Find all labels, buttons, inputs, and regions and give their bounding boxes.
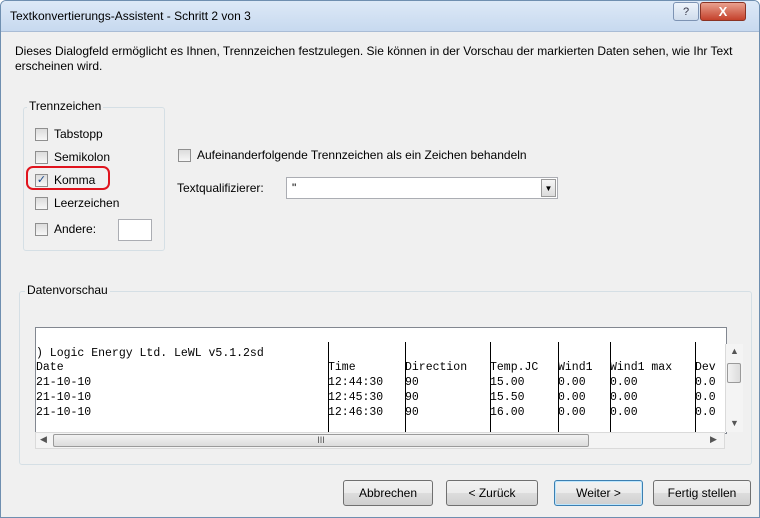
scroll-down-arrow-icon[interactable]: ▼ [730, 418, 739, 428]
back-button[interactable]: < Zurück [446, 480, 538, 506]
preview-cell: Temp.ЈC [490, 361, 539, 374]
preview-cell: 0.00 [558, 376, 586, 389]
text-import-wizard-dialog: Textkonvertierungs-Assistent - Schritt 2… [0, 0, 760, 518]
data-preview-group-label: Datenvorschau [25, 283, 110, 297]
preview-cell: Time [328, 361, 356, 374]
preview-cell: 0.0 [695, 391, 716, 404]
preview-cell: 0.00 [610, 376, 638, 389]
text-qualifier-value: " [292, 181, 297, 195]
consecutive-delimiters-checkbox[interactable] [178, 149, 191, 162]
tab-checkbox-label[interactable]: Tabstopp [54, 127, 103, 141]
window-title: Textkonvertierungs-Assistent - Schritt 2… [10, 9, 251, 23]
preview-cell: 12:44:30 [328, 376, 384, 389]
close-button[interactable]: X [700, 2, 746, 21]
consecutive-delimiters-label[interactable]: Aufeinanderfolgende Trennzeichen als ein… [197, 148, 527, 162]
preview-vertical-scrollbar[interactable]: ▲ ▼ [725, 344, 743, 432]
dialog-description: Dieses Dialogfeld ermöglicht es Ihnen, T… [15, 44, 733, 73]
semicolon-checkbox[interactable] [35, 151, 48, 164]
preview-cell: Wind1 [558, 361, 593, 374]
preview-cell: 12:45:30 [328, 391, 384, 404]
preview-cell: Date [36, 361, 64, 374]
preview-cell: 90 [405, 391, 419, 404]
space-checkbox-label[interactable]: Leerzeichen [54, 196, 119, 210]
help-button[interactable]: ? [673, 2, 699, 21]
preview-cell: Direction [405, 361, 468, 374]
preview-cell: 0.00 [558, 406, 586, 419]
preview-cell: ) Logic Energy Ltd. LeWL v5.1.2sd [36, 347, 264, 360]
preview-cell: Wind1 max [610, 361, 673, 374]
comma-highlight-annotation [26, 166, 110, 190]
preview-cell: 15.50 [490, 391, 525, 404]
preview-cell: 16.00 [490, 406, 525, 419]
space-checkbox[interactable] [35, 197, 48, 210]
text-qualifier-select[interactable]: " ▼ [286, 177, 558, 199]
scroll-up-arrow-icon[interactable]: ▲ [730, 346, 739, 356]
preview-cell: Dev [695, 361, 716, 374]
preview-cell: 12:46:30 [328, 406, 384, 419]
preview-cell: 0.0 [695, 406, 716, 419]
semicolon-checkbox-label[interactable]: Semikolon [54, 150, 110, 164]
title-bar: Textkonvertierungs-Assistent - Schritt 2… [1, 1, 759, 32]
tab-checkbox[interactable] [35, 128, 48, 141]
finish-button[interactable]: Fertig stellen [653, 480, 751, 506]
preview-cell: 0.00 [610, 391, 638, 404]
text-qualifier-label: Textqualifizierer: [177, 181, 264, 195]
preview-cell: 21-10-10 [36, 391, 92, 404]
delimiters-group-label: Trennzeichen [27, 99, 104, 113]
scroll-left-arrow-icon[interactable]: ◀ [40, 434, 47, 445]
cancel-button[interactable]: Abbrechen [343, 480, 433, 506]
preview-cell: 15.00 [490, 376, 525, 389]
preview-cell: 0.00 [610, 406, 638, 419]
other-checkbox-label[interactable]: Andere: [54, 222, 96, 236]
horizontal-scroll-thumb[interactable]: III [53, 434, 589, 447]
dropdown-arrow-icon[interactable]: ▼ [541, 179, 556, 197]
preview-horizontal-scrollbar[interactable]: ◀ III ▶ [35, 432, 725, 449]
preview-cell: 0.00 [558, 391, 586, 404]
scroll-right-arrow-icon[interactable]: ▶ [710, 434, 717, 445]
data-preview-grid: ) Logic Energy Ltd. LeWL v5.1.2sd Date T… [35, 327, 727, 434]
vertical-scroll-thumb[interactable] [727, 363, 741, 383]
preview-cell: 90 [405, 406, 419, 419]
other-delimiter-input[interactable] [118, 219, 152, 241]
next-button[interactable]: Weiter > [554, 480, 643, 506]
preview-cell: 21-10-10 [36, 406, 92, 419]
preview-cell: 0.0 [695, 376, 716, 389]
preview-cell: 90 [405, 376, 419, 389]
preview-cell: 21-10-10 [36, 376, 92, 389]
other-checkbox[interactable] [35, 223, 48, 236]
